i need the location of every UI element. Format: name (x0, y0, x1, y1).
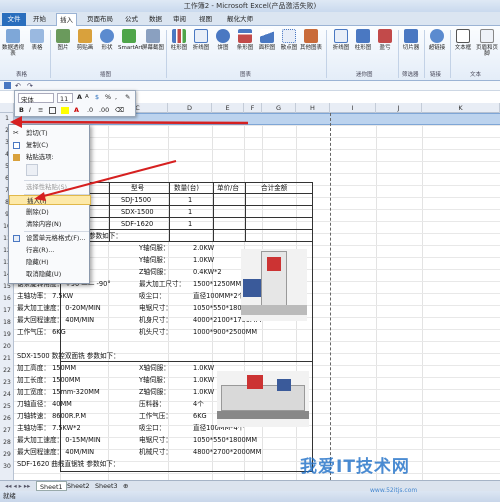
watermark-url: www.52itjs.com (370, 487, 418, 494)
sheet-tab-1[interactable]: Sheet1 (36, 481, 67, 491)
sheet-tab-2[interactable]: Sheet2 (64, 481, 93, 491)
annotation-arrows (10, 116, 249, 201)
red-arrow-line (39, 160, 177, 198)
sheet-tab-3[interactable]: Sheet3 (92, 481, 121, 491)
status-text: 就绪 (3, 492, 16, 500)
red-arrowhead (10, 116, 22, 128)
excel-window: { "window":{"title":"工作簿2 - Microsoft Ex… (0, 0, 500, 502)
sheet-tab-bar: ◂◂ ◂ ▸ ▸▸ Sheet1 Sheet2 Sheet3 ⊕ (0, 480, 500, 491)
status-bar: 就绪 (0, 491, 500, 502)
new-sheet-icon[interactable]: ⊕ (120, 481, 131, 491)
sheet-nav-icon[interactable]: ◂◂ ◂ ▸ ▸▸ (2, 481, 33, 491)
watermark-logo: 我爱IT技术网 (300, 457, 410, 477)
red-arrowhead (34, 192, 46, 201)
red-arrow-line (17, 120, 249, 125)
